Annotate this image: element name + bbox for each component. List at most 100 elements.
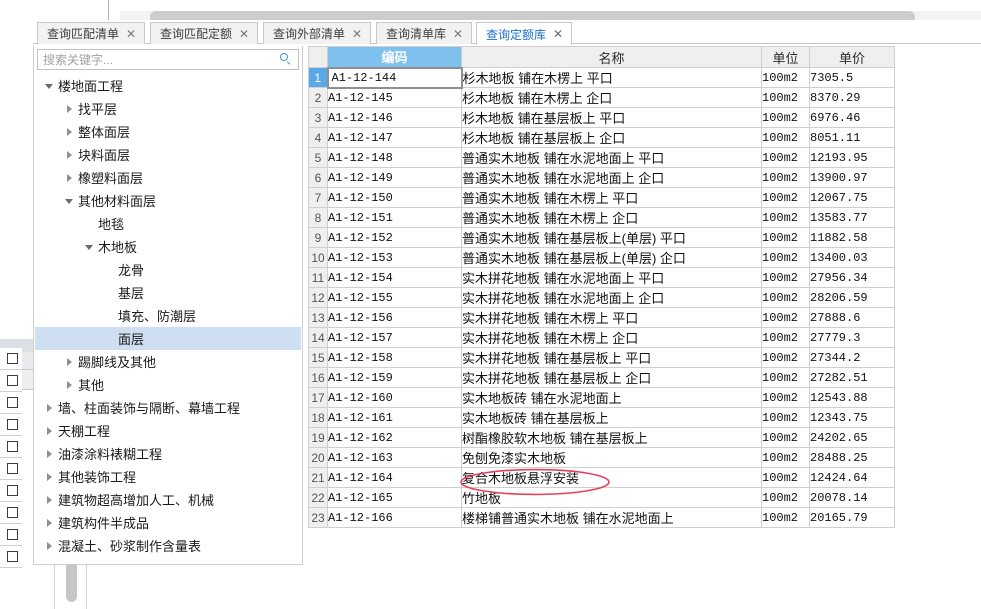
table-row[interactable]: 21 A1-12-164 复合木地板悬浮安装 100m2 12424.64 [308, 467, 895, 488]
row-number-cell[interactable]: 17 [308, 387, 328, 408]
code-cell[interactable]: A1-12-148 [327, 147, 462, 168]
category-tree[interactable]: 楼地面工程 找平层 整体面层 块料面层 橡塑料面层 其他材料面层 地毯 木地板 龙骨 基层 填充、防… [35, 74, 301, 562]
name-cell[interactable]: 复合木地板悬浮安装 [461, 467, 762, 488]
tree-node[interactable]: 基层 [35, 281, 301, 304]
row-number-cell[interactable]: 7 [308, 187, 328, 208]
row-number-cell[interactable]: 4 [308, 127, 328, 148]
unit-cell[interactable]: 100m2 [761, 387, 810, 408]
price-cell[interactable]: 27344.2 [809, 347, 895, 368]
unit-cell[interactable]: 100m2 [761, 207, 810, 228]
unit-cell[interactable]: 100m2 [761, 147, 810, 168]
tab-4[interactable]: 查询清单库 ✕ [376, 22, 473, 44]
tree-node[interactable]: 龙骨 [35, 258, 301, 281]
row-number-cell[interactable]: 22 [308, 487, 328, 508]
price-cell[interactable]: 28488.25 [809, 447, 895, 468]
unit-cell[interactable]: 100m2 [761, 167, 810, 188]
table-row[interactable]: 5 A1-12-148 普通实木地板 铺在水泥地面上 平口 100m2 12193.95 [308, 147, 895, 168]
code-cell[interactable]: A1-12-165 [327, 487, 462, 508]
code-cell[interactable]: A1-12-146 [327, 107, 462, 128]
name-cell[interactable]: 免刨免漆实木地板 [461, 447, 762, 468]
unit-cell[interactable]: 100m2 [761, 267, 810, 288]
code-cell[interactable]: A1-12-144 [326, 66, 463, 89]
code-cell[interactable]: A1-12-160 [327, 387, 462, 408]
code-cell[interactable]: A1-12-162 [327, 427, 462, 448]
price-cell[interactable]: 27779.3 [809, 327, 895, 348]
table-row[interactable]: 7 A1-12-150 普通实木地板 铺在木楞上 平口 100m2 12067.75 [308, 187, 895, 208]
chevron-right-icon[interactable] [61, 104, 77, 113]
tree-node[interactable]: 找平层 [35, 97, 301, 120]
code-cell[interactable]: A1-12-163 [327, 447, 462, 468]
unit-cell[interactable]: 100m2 [761, 227, 810, 248]
tree-node[interactable]: 踢脚线及其他 [35, 350, 301, 373]
tree-node[interactable]: 橡塑料面层 [35, 166, 301, 189]
row-number-cell[interactable]: 12 [308, 287, 328, 308]
price-cell[interactable]: 6976.46 [809, 107, 895, 128]
price-cell[interactable]: 12424.64 [809, 467, 895, 488]
price-cell[interactable]: 8370.29 [809, 87, 895, 108]
name-cell[interactable]: 杉木地板 铺在基层板上 平口 [461, 107, 762, 128]
name-cell[interactable]: 实木拼花地板 铺在水泥地面上 企口 [461, 287, 762, 308]
tree-node[interactable]: 混凝土、砂浆制作含量表 [35, 534, 301, 557]
name-cell[interactable]: 实木拼花地板 铺在木楞上 企口 [461, 327, 762, 348]
chevron-right-icon[interactable] [41, 518, 57, 527]
tab-5[interactable]: 查询定额库 ✕ [476, 22, 573, 45]
unit-cell[interactable]: 100m2 [761, 367, 810, 388]
price-cell[interactable]: 12543.88 [809, 387, 895, 408]
name-cell[interactable]: 实木拼花地板 铺在水泥地面上 平口 [461, 267, 762, 288]
table-row[interactable]: 8 A1-12-151 普通实木地板 铺在木楞上 企口 100m2 13583.77 [308, 207, 895, 228]
code-cell[interactable]: A1-12-152 [327, 227, 462, 248]
row-number-cell[interactable]: 2 [308, 87, 328, 108]
tree-node[interactable]: 楼地面工程 [35, 74, 301, 97]
tab-close-icon[interactable]: ✕ [126, 28, 136, 40]
table-row[interactable]: 20 A1-12-163 免刨免漆实木地板 100m2 28488.25 [308, 447, 895, 468]
name-cell[interactable]: 杉木地板 铺在木楞上 平口 [461, 67, 762, 88]
tree-node[interactable]: 其他 [35, 373, 301, 396]
row-number-cell[interactable]: 20 [308, 447, 328, 468]
row-number-cell[interactable]: 10 [308, 247, 328, 268]
price-cell[interactable]: 28206.59 [809, 287, 895, 308]
name-cell[interactable]: 楼梯铺普通实木地板 铺在水泥地面上 [461, 507, 762, 528]
name-cell[interactable]: 普通实木地板 铺在基层板上(单层) 平口 [461, 227, 762, 248]
name-cell[interactable]: 普通实木地板 铺在木楞上 平口 [461, 187, 762, 208]
table-row[interactable]: 22 A1-12-165 竹地板 100m2 20078.14 [308, 487, 895, 508]
row-number-cell[interactable]: 9 [308, 227, 328, 248]
table-row[interactable]: 9 A1-12-152 普通实木地板 铺在基层板上(单层) 平口 100m2 11882… [308, 227, 895, 248]
name-cell[interactable]: 杉木地板 铺在基层板上 企口 [461, 127, 762, 148]
row-number-cell[interactable]: 5 [308, 147, 328, 168]
table-row[interactable]: 3 A1-12-146 杉木地板 铺在基层板上 平口 100m2 6976.46 [308, 107, 895, 128]
row-number-cell[interactable]: 18 [308, 407, 328, 428]
chevron-right-icon[interactable] [41, 449, 57, 458]
tree-node[interactable]: 地毯 [35, 212, 301, 235]
table-row[interactable]: 13 A1-12-156 实木拼花地板 铺在木楞上 平口 100m2 27888.6 [308, 307, 895, 328]
row-number-cell[interactable]: 6 [308, 167, 328, 188]
name-cell[interactable]: 杉木地板 铺在木楞上 企口 [461, 87, 762, 108]
column-header-unit[interactable]: 单位 [761, 46, 810, 68]
table-row[interactable]: 16 A1-12-159 实木拼花地板 铺在基层板上 企口 100m2 27282.51 [308, 367, 895, 388]
tree-node[interactable]: 其他材料面层 [35, 189, 301, 212]
chevron-right-icon[interactable] [41, 403, 57, 412]
row-number-cell[interactable]: 23 [308, 507, 328, 528]
tree-node[interactable]: 面层 [35, 327, 301, 350]
table-row[interactable]: 2 A1-12-145 杉木地板 铺在木楞上 企口 100m2 8370.29 [308, 87, 895, 108]
tab-close-icon[interactable]: ✕ [352, 28, 362, 40]
name-cell[interactable]: 实木拼花地板 铺在基层板上 企口 [461, 367, 762, 388]
price-cell[interactable]: 12067.75 [809, 187, 895, 208]
name-cell[interactable]: 实木拼花地板 铺在基层板上 平口 [461, 347, 762, 368]
code-cell[interactable]: A1-12-154 [327, 267, 462, 288]
table-row[interactable]: 14 A1-12-157 实木拼花地板 铺在木楞上 企口 100m2 27779.3 [308, 327, 895, 348]
code-cell[interactable]: A1-12-151 [327, 207, 462, 228]
unit-cell[interactable]: 100m2 [761, 507, 810, 528]
tree-node[interactable]: 填充、防潮层 [35, 304, 301, 327]
tree-node[interactable]: 其他装饰工程 [35, 465, 301, 488]
name-cell[interactable]: 实木地板砖 铺在基层板上 [461, 407, 762, 428]
unit-cell[interactable]: 100m2 [761, 287, 810, 308]
unit-cell[interactable]: 100m2 [761, 87, 810, 108]
unit-cell[interactable]: 100m2 [761, 447, 810, 468]
code-cell[interactable]: A1-12-158 [327, 347, 462, 368]
code-cell[interactable]: A1-12-157 [327, 327, 462, 348]
unit-cell[interactable]: 100m2 [761, 467, 810, 488]
table-row[interactable]: 4 A1-12-147 杉木地板 铺在基层板上 企口 100m2 8051.11 [308, 127, 895, 148]
unit-cell[interactable]: 100m2 [761, 487, 810, 508]
chevron-right-icon[interactable] [41, 495, 57, 504]
code-cell[interactable]: A1-12-147 [327, 127, 462, 148]
